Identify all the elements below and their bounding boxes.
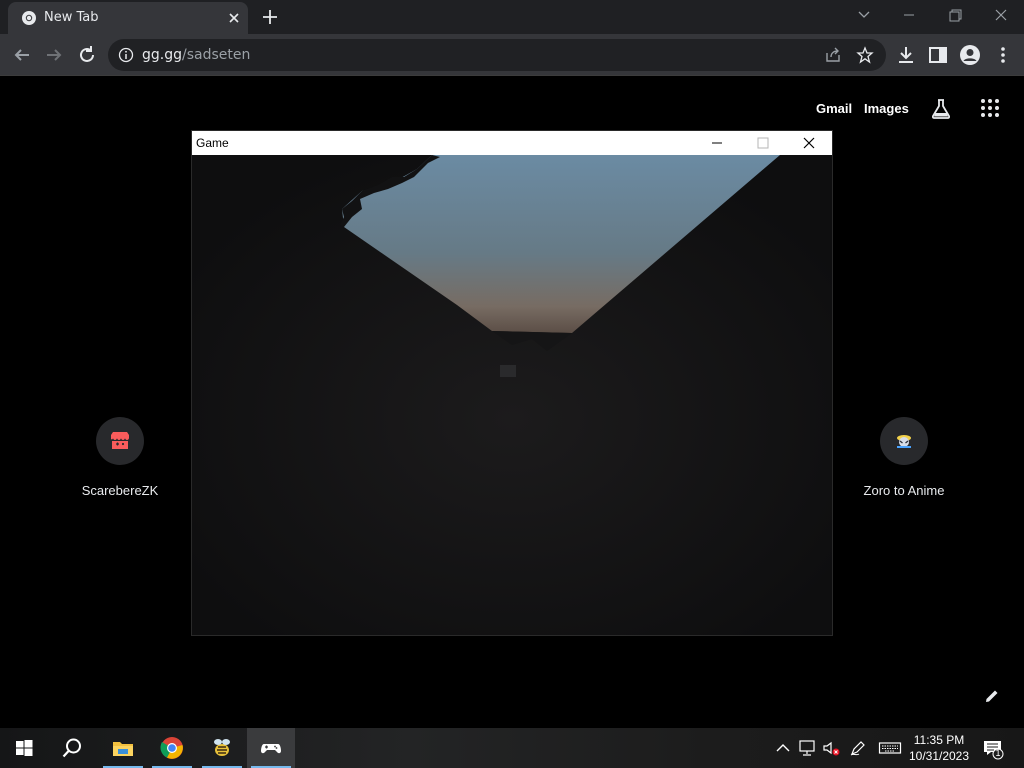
url-text: gg.gg/sadseten <box>142 47 250 63</box>
taskbar-search-button[interactable] <box>48 728 96 768</box>
game-viewport[interactable] <box>192 155 832 635</box>
minimize-window-icon[interactable] <box>895 4 923 26</box>
new-tab-button[interactable] <box>259 6 281 28</box>
action-center-button[interactable]: 1 <box>982 738 1004 760</box>
back-arrow-icon[interactable] <box>10 43 34 67</box>
game-window-titlebar[interactable]: Game <box>192 131 832 155</box>
maximize-icon[interactable] <box>740 131 786 155</box>
url-path: /sadseten <box>182 47 251 63</box>
game-controller-icon <box>261 744 281 754</box>
menu-kebab-icon[interactable] <box>991 43 1015 67</box>
images-link[interactable]: Images <box>864 101 909 116</box>
chrome-icon <box>22 11 36 25</box>
browser-tab-strip: New Tab <box>0 0 1024 34</box>
taskbar-chrome[interactable] <box>148 728 196 768</box>
close-icon[interactable] <box>786 131 832 155</box>
share-icon[interactable] <box>824 46 842 64</box>
bee-app-icon <box>214 739 230 756</box>
network-icon[interactable] <box>797 738 817 758</box>
tab-search-chevron-icon[interactable] <box>850 4 878 26</box>
labs-flask-icon[interactable] <box>929 97 953 121</box>
taskbar-file-explorer[interactable] <box>99 728 147 768</box>
shortcut-label: Zoro to Anime <box>863 483 945 498</box>
address-bar[interactable]: gg.gg/sadseten <box>108 39 886 71</box>
volume-muted-icon[interactable] <box>821 738 841 758</box>
site-info-icon[interactable] <box>118 47 134 63</box>
customize-pencil-icon[interactable] <box>983 687 1001 705</box>
download-icon[interactable] <box>894 43 918 67</box>
shortcut-icon-circle <box>880 417 928 465</box>
bookmark-star-icon[interactable] <box>856 46 874 64</box>
start-icon <box>16 740 33 756</box>
taskbar-bee-app[interactable] <box>198 728 246 768</box>
clock-time: 11:35 PM <box>913 733 965 747</box>
itch-io-icon <box>111 432 129 449</box>
keyboard-icon[interactable] <box>878 738 902 758</box>
shortcut-label: ScarebereZK <box>81 483 159 498</box>
taskbar: 11:35 PM 10/31/2023 1 <box>0 728 1024 768</box>
close-icon[interactable] <box>225 9 243 27</box>
game-window[interactable]: Game <box>191 130 833 636</box>
shortcut-tile[interactable]: Zoro to Anime <box>849 417 959 507</box>
search-icon <box>62 738 81 758</box>
notification-count: 1 <box>995 748 1001 758</box>
url-host: gg.gg <box>142 47 182 63</box>
screen: { "browser": { "tab": { "title": "New Ta… <box>0 0 1024 768</box>
chrome-icon <box>160 737 183 759</box>
google-apps-grid-icon[interactable] <box>979 97 1001 119</box>
side-panel-icon[interactable] <box>926 43 950 67</box>
reload-icon[interactable] <box>75 43 99 67</box>
browser-toolbar: gg.gg/sadseten <box>0 34 1024 76</box>
close-window-icon[interactable] <box>987 4 1015 26</box>
tab-title: New Tab <box>44 10 99 25</box>
profile-icon[interactable] <box>958 43 982 67</box>
taskbar-game[interactable] <box>247 728 295 768</box>
zoro-icon <box>897 435 911 448</box>
gmail-link[interactable]: Gmail <box>816 101 852 116</box>
tab-new-tab[interactable]: New Tab <box>8 2 248 34</box>
shortcut-icon-circle <box>96 417 144 465</box>
pen-icon[interactable] <box>848 738 868 758</box>
clock-date: 10/31/2023 <box>908 749 970 763</box>
chevron-up-icon[interactable] <box>773 738 793 758</box>
shortcut-tile[interactable]: ScarebereZK <box>65 417 175 507</box>
minimize-icon[interactable] <box>694 131 740 155</box>
game-window-title: Game <box>196 136 229 150</box>
start-button[interactable] <box>0 728 48 768</box>
system-clock[interactable]: 11:35 PM 10/31/2023 <box>906 732 972 764</box>
restore-window-icon[interactable] <box>941 4 969 26</box>
file-explorer-icon <box>113 742 133 756</box>
forward-arrow-icon[interactable] <box>42 43 66 67</box>
